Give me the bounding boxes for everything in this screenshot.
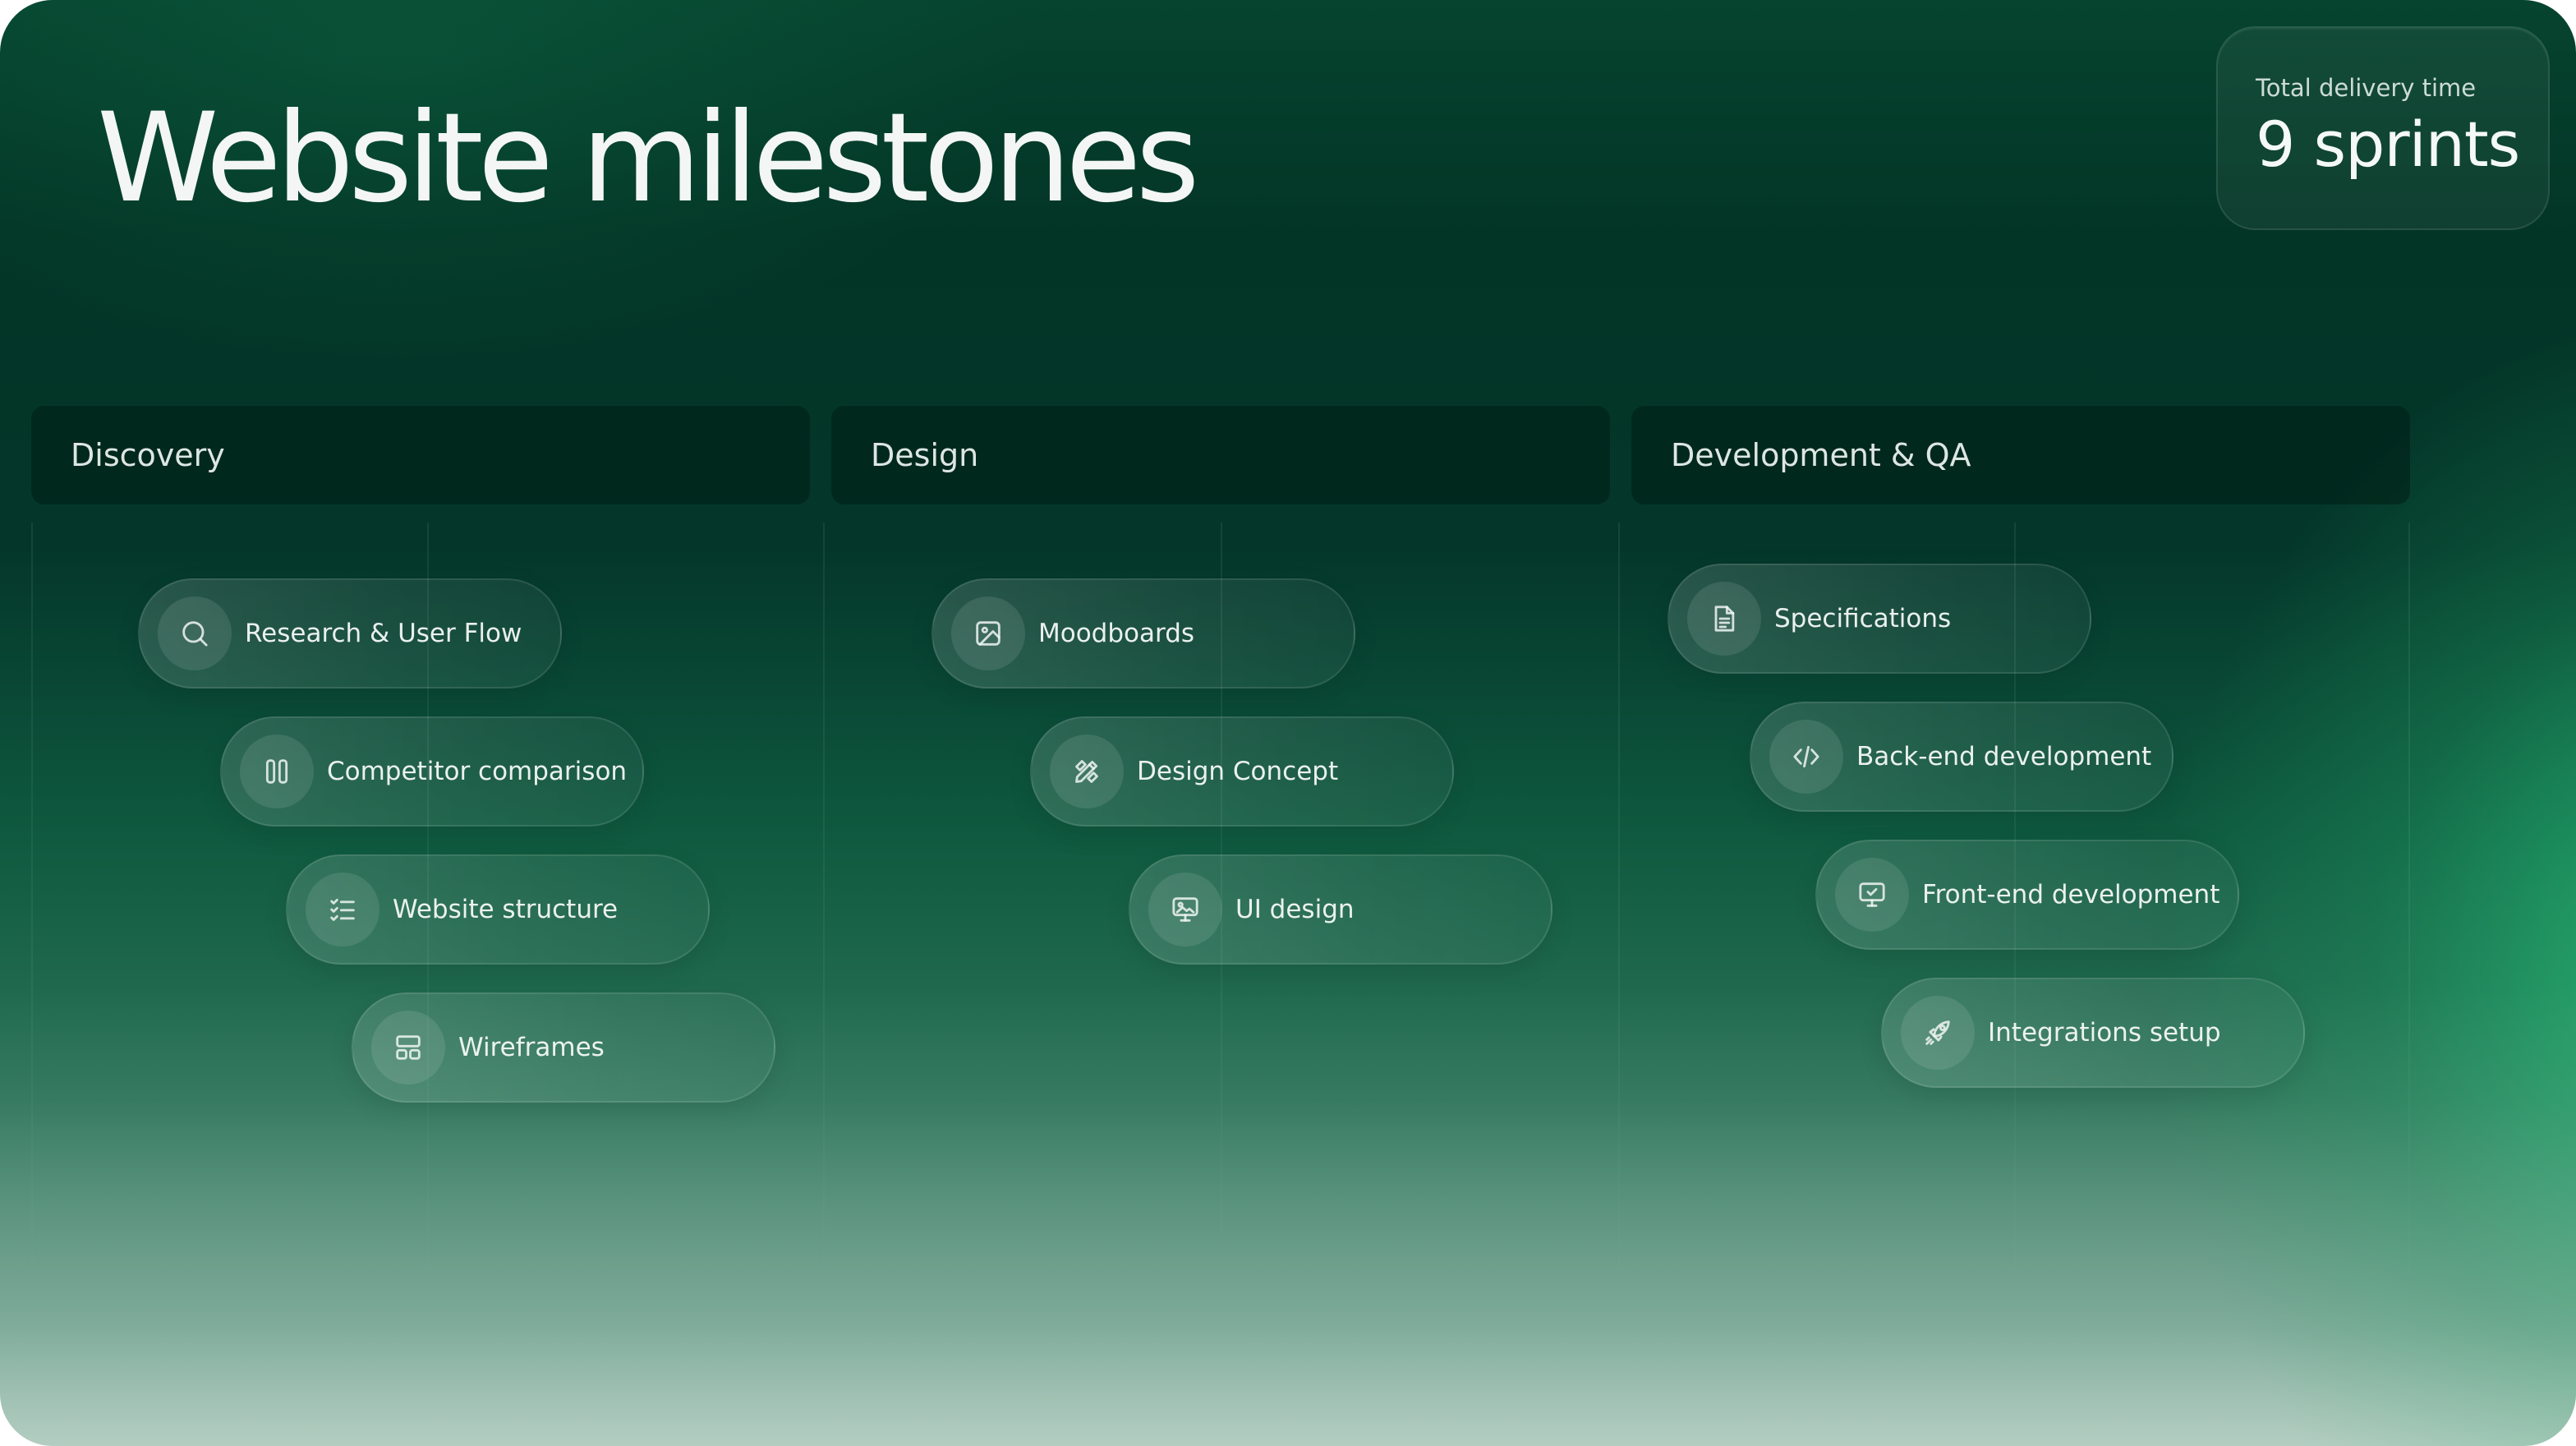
task-label: Front-end development xyxy=(1922,880,2220,910)
task-front-end-development[interactable]: Front-end development xyxy=(1815,840,2239,950)
milestones-slide: Website milestones Total delivery time 9… xyxy=(0,0,2576,1446)
task-integrations-setup[interactable]: Integrations setup xyxy=(1881,978,2305,1088)
task-label: Integrations setup xyxy=(1988,1018,2221,1048)
task-design-concept[interactable]: Design Concept xyxy=(1030,716,1454,827)
delivery-time-card: Total delivery time 9 sprints xyxy=(2216,26,2550,230)
document-icon xyxy=(1687,582,1761,656)
monitor-check-icon xyxy=(1835,858,1909,932)
task-label: Wireframes xyxy=(458,1033,605,1062)
code-icon xyxy=(1769,720,1843,794)
grid-line xyxy=(823,523,825,1311)
task-website-structure[interactable]: Website structure xyxy=(286,854,710,965)
phase-header-design: Design xyxy=(831,406,1610,504)
task-label: Moodboards xyxy=(1038,619,1195,648)
task-label: Competitor comparison xyxy=(327,757,628,786)
task-back-end-development[interactable]: Back-end development xyxy=(1750,702,2174,812)
task-ui-design[interactable]: UI design xyxy=(1129,854,1552,965)
grid-line xyxy=(1618,523,1620,1311)
grid-line xyxy=(2408,523,2410,1311)
task-wireframes[interactable]: Wireframes xyxy=(352,992,775,1103)
task-specifications[interactable]: Specifications xyxy=(1668,564,2091,674)
task-label: Website structure xyxy=(393,895,619,924)
monitor-image-icon xyxy=(1148,873,1222,946)
image-icon xyxy=(951,596,1025,670)
task-competitor-comparison[interactable]: Competitor comparison xyxy=(220,716,644,827)
task-label: Specifications xyxy=(1774,604,1952,633)
task-research-user-flow[interactable]: Research & User Flow xyxy=(138,578,562,688)
delivery-time-value: 9 sprints xyxy=(2256,108,2520,181)
task-label: Back-end development xyxy=(1856,742,2152,771)
phase-header-development: Development & QA xyxy=(1631,406,2410,504)
grid-line xyxy=(31,523,33,1311)
pencil-ruler-icon xyxy=(1050,735,1124,808)
page-title: Website milestones xyxy=(97,87,1200,230)
task-label: UI design xyxy=(1235,895,1355,924)
task-label: Research & User Flow xyxy=(245,619,522,648)
checklist-icon xyxy=(306,873,380,946)
phase-header-discovery: Discovery xyxy=(31,406,810,504)
delivery-time-label: Total delivery time xyxy=(2256,74,2477,102)
task-moodboards[interactable]: Moodboards xyxy=(932,578,1355,688)
rocket-icon xyxy=(1901,996,1975,1070)
columns-icon xyxy=(240,735,314,808)
layout-icon xyxy=(371,1011,445,1084)
task-label: Design Concept xyxy=(1137,757,1339,786)
search-icon xyxy=(158,596,232,670)
